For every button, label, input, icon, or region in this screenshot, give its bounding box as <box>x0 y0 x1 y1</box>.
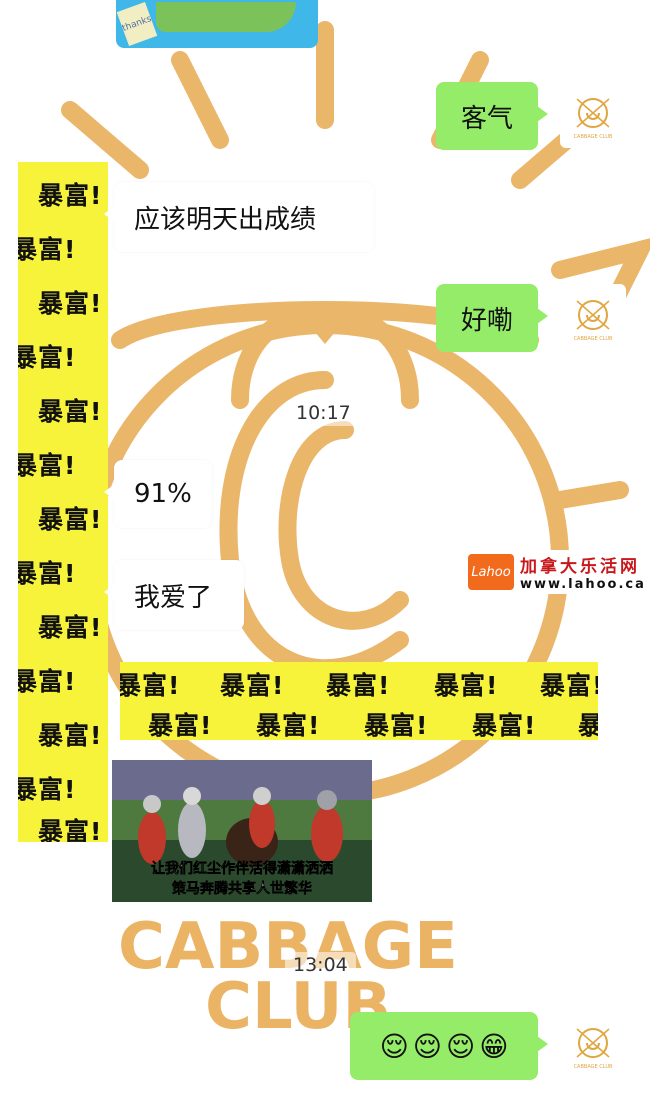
avatar[interactable]: CABBAGE CLUB <box>560 284 626 350</box>
timestamp-text: 10:17 <box>296 402 351 424</box>
sticker-word: 暴富! <box>472 711 537 740</box>
sticker-word: 暴富! <box>38 721 103 750</box>
message-text: 91% <box>134 479 192 509</box>
sticker-word: 暴富! <box>220 671 285 700</box>
message-text: 客气 <box>460 103 513 134</box>
video-caption-line2: 策马奔腾共享人世繁华 <box>171 880 312 897</box>
sticker-word: 暴富! <box>540 671 598 700</box>
message-bubble-love[interactable]: 我爱了 <box>104 560 244 630</box>
sticker-word: 暴富! <box>18 343 77 372</box>
cabbage-club-logo-icon: CABBAGE CLUB <box>574 1028 613 1070</box>
sticker-word: 暴富! <box>38 181 103 210</box>
sticker-word: 暴富! <box>256 711 321 740</box>
relieved-face-icon: 😌 <box>379 1029 409 1063</box>
message-bubble-emojis[interactable]: 😌 😌 😌 😁 <box>350 1012 548 1080</box>
sticker-word: 暴富! <box>18 235 77 264</box>
message-text: 我爱了 <box>134 582 213 613</box>
cabbage-club-logo-icon: CABBAGE CLUB <box>574 300 613 342</box>
message-bubble-percent[interactable]: 91% <box>104 460 212 528</box>
relieved-face-icon: 😌 <box>412 1029 442 1063</box>
timestamp: 13:04 <box>285 952 356 978</box>
message-bubble-keqi[interactable]: 客气 <box>436 82 548 150</box>
sticker-word: 暴富! <box>38 505 103 534</box>
avatar-label: CABBAGE CLUB <box>574 134 613 140</box>
sticker-word: 暴富! <box>38 289 103 318</box>
sticker-avatar-column[interactable]: 暴富! 暴富! 暴富! 暴富! 暴富! 暴富! 暴富! 暴富! 暴富! 暴富! … <box>18 162 108 842</box>
thanks-tag: thanks <box>116 1 158 47</box>
sticker-word: 暴富! <box>18 775 77 804</box>
message-text: 应该明天出成绩 <box>134 204 317 235</box>
watermark-title: 加拿大乐活网 <box>520 557 640 577</box>
avatar[interactable]: CABBAGE CLUB <box>560 1012 626 1078</box>
relieved-face-icon: 😌 <box>446 1029 476 1063</box>
site-watermark: Lahoo 加拿大乐活网 www.lahoo.ca <box>462 550 650 594</box>
cabbage-club-logo-icon: CABBAGE CLUB <box>574 98 613 140</box>
message-bubble-tomorrow[interactable]: 应该明天出成绩 <box>104 182 374 252</box>
watermark-logo-text: Lahoo <box>471 564 511 580</box>
timestamp: 10:17 <box>288 400 359 426</box>
sticker-word: 暴富! <box>18 667 77 696</box>
image-message-thanks[interactable]: thanks <box>116 0 318 48</box>
message-text: 好嘞 <box>460 305 513 336</box>
avatar-label: CABBAGE CLUB <box>574 1064 613 1070</box>
watermark-url: www.lahoo.ca <box>520 577 646 592</box>
timestamp-text: 13:04 <box>293 954 348 976</box>
sticker-word: 暴富! <box>38 613 103 642</box>
video-thumbnail: 让我们红尘作伴活得潇潇洒洒 策马奔腾共享人世繁华 <box>112 760 372 902</box>
fish-icon <box>156 2 296 32</box>
video-caption-line1: 让我们红尘作伴活得潇潇洒洒 <box>151 860 333 877</box>
avatar-label: CABBAGE CLUB <box>574 336 613 342</box>
lahoo-logo-icon: Lahoo <box>468 554 514 590</box>
sticker-word: 暴富! <box>364 711 429 740</box>
sticker-word: 暴富! <box>18 451 77 480</box>
avatar[interactable]: CABBAGE CLUB <box>560 82 626 148</box>
video-message[interactable]: 让我们红尘作伴活得潇潇洒洒 策马奔腾共享人世繁华 <box>112 760 372 902</box>
sticker-word: 暴富! <box>326 671 391 700</box>
sticker-message[interactable]: 暴富! 暴富! 暴富! 暴富! 暴富! 暴富! 暴富! 暴富! 暴富! 暴富! <box>120 662 598 740</box>
sticker-word: 暴富! <box>38 817 103 842</box>
sticker-word: 暴富! <box>434 671 499 700</box>
sticker-word: 暴富! <box>120 671 181 700</box>
thanks-label: thanks <box>121 14 153 34</box>
message-bubble-haola[interactable]: 好嘞 <box>436 284 548 352</box>
grinning-face-icon: 😁 <box>479 1029 509 1063</box>
sticker-word: 暴富! <box>38 397 103 426</box>
sticker-word: 暴富! <box>148 711 213 740</box>
sticker-word: 暴富! <box>578 711 598 740</box>
sticker-word: 暴富! <box>18 559 77 588</box>
